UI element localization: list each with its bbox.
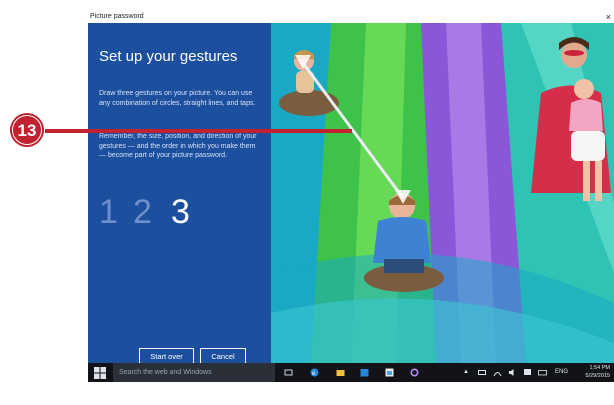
- settings-gear-icon[interactable]: [410, 368, 419, 377]
- callout-badge: 13: [10, 113, 44, 147]
- internet-explorer-icon[interactable]: e: [310, 368, 319, 377]
- task-view-icon[interactable]: [284, 368, 293, 377]
- file-explorer-icon[interactable]: [336, 368, 345, 377]
- instruction-note: Remember, the size, position, and direct…: [99, 133, 257, 159]
- instructions-panel: Set up your gestures Draw three gestures…: [88, 23, 271, 363]
- page-title: Set up your gestures: [99, 48, 238, 65]
- photos-icon[interactable]: [385, 368, 394, 377]
- start-over-button[interactable]: Start over: [139, 348, 194, 363]
- taskbar: Search the web and Windows e ▲ ENG 1:54 …: [88, 363, 614, 382]
- picture-password-window: Picture password × Set up your gestures …: [88, 11, 614, 363]
- volume-icon[interactable]: [508, 368, 517, 377]
- chevron-up-icon[interactable]: ▲: [463, 363, 469, 382]
- network-icon[interactable]: [493, 368, 502, 377]
- battery-icon[interactable]: [478, 368, 487, 377]
- step-1: 1: [99, 193, 118, 231]
- callout-pointer-line: [45, 129, 352, 133]
- window-title: Picture password: [90, 13, 144, 20]
- step-2: 2: [133, 193, 152, 231]
- instruction-text: Draw three gestures on your picture. You…: [99, 90, 256, 107]
- search-box[interactable]: Search the web and Windows: [113, 363, 275, 382]
- windows-start-icon[interactable]: [94, 367, 106, 379]
- clock-time: 1:54 PM: [589, 365, 610, 371]
- keyboard-icon[interactable]: [538, 368, 547, 377]
- step-3-current: 3: [171, 193, 190, 231]
- clock[interactable]: 1:54 PM 5/29/2015: [586, 365, 610, 380]
- clock-date: 5/29/2015: [585, 372, 610, 379]
- slide-photo-illustration: [271, 23, 614, 363]
- action-center-icon[interactable]: [523, 368, 532, 377]
- close-icon[interactable]: ×: [606, 11, 611, 23]
- callout-number: 13: [18, 121, 37, 140]
- cancel-button[interactable]: Cancel: [200, 348, 246, 363]
- gesture-picture[interactable]: [271, 23, 614, 363]
- language-indicator[interactable]: ENG: [555, 363, 568, 382]
- store-icon[interactable]: [360, 368, 369, 377]
